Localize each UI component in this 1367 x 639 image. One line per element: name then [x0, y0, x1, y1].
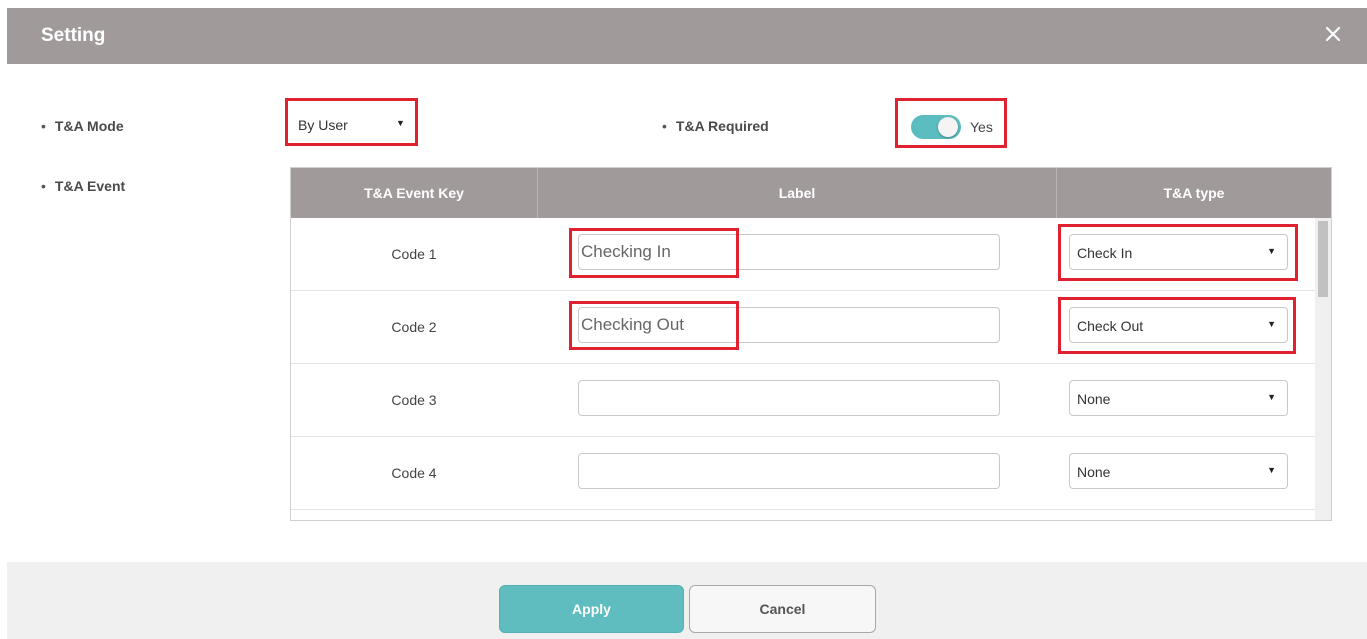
highlight-box	[895, 98, 1007, 148]
ta-event-label: • T&A Event	[41, 178, 126, 194]
table-header: T&A Event Key Label T&A type	[291, 168, 1331, 218]
column-header-ta-type: T&A type	[1163, 185, 1225, 201]
bullet-icon: •	[41, 178, 46, 194]
ta-type-value: None	[1077, 464, 1111, 480]
scrollbar-thumb[interactable]	[1318, 221, 1328, 297]
dialog-title: Setting	[41, 25, 106, 46]
ta-required-label: • T&A Required	[662, 118, 769, 134]
ta-mode-label: • T&A Mode	[41, 118, 124, 134]
highlight-box	[1058, 297, 1296, 354]
bullet-icon: •	[662, 118, 667, 134]
column-header-label: Label	[778, 185, 816, 201]
close-icon[interactable]	[1321, 22, 1345, 46]
column-header-event-key: T&A Event Key	[364, 185, 464, 201]
ta-type-value: None	[1077, 391, 1111, 407]
label-input[interactable]	[578, 380, 1000, 416]
event-key-cell: Code 1	[391, 246, 437, 262]
event-key-cell: Code 3	[391, 392, 437, 408]
table-row: Code 3 None ▼	[291, 364, 1315, 437]
table-row: Code 4 None ▼	[291, 437, 1315, 510]
event-key-cell: Code 4	[391, 465, 437, 481]
table-scrollbar[interactable]	[1315, 218, 1331, 520]
highlight-box	[1058, 224, 1298, 281]
label-input[interactable]	[578, 453, 1000, 489]
ta-type-select[interactable]: None ▼	[1069, 453, 1288, 489]
highlight-box	[285, 98, 418, 146]
apply-button[interactable]: Apply	[499, 585, 684, 633]
dropdown-arrow-icon: ▼	[1267, 392, 1276, 402]
dropdown-arrow-icon: ▼	[1267, 465, 1276, 475]
bullet-icon: •	[41, 118, 46, 134]
cancel-button[interactable]: Cancel	[689, 585, 876, 633]
highlight-box	[569, 301, 739, 350]
highlight-box	[569, 228, 739, 278]
dialog-footer	[7, 562, 1367, 639]
ta-type-select[interactable]: None ▼	[1069, 380, 1288, 416]
dialog-header: Setting	[7, 8, 1367, 64]
event-key-cell: Code 2	[391, 319, 437, 335]
